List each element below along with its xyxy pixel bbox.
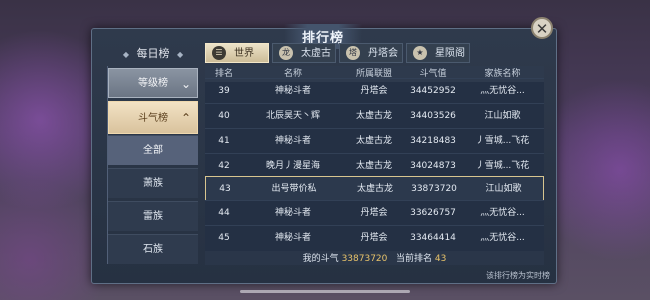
family-cell: 灬无忧谷... [480, 86, 525, 96]
category-label: 等级榜 [138, 78, 168, 89]
subcategory-xiao-clan[interactable]: 萧族 [108, 168, 198, 198]
realtime-note: 该排行榜为实时榜 [486, 271, 550, 280]
daily-ranking-header: ◆ 每日榜 ◆ [108, 45, 198, 65]
alliance-cell: 丹塔会 [360, 233, 388, 243]
alliance-cell: 丹塔会 [360, 208, 388, 218]
rank-cell: 43 [219, 184, 231, 194]
family-cell: 丿雪城...飞花 [475, 136, 530, 146]
dragon-icon: 龙 [279, 46, 293, 60]
table-row[interactable]: 45 神秘斗者 丹塔会 33464414 灬无忧谷... [205, 225, 544, 250]
subcategory-label: 雷族 [143, 211, 163, 222]
ranking-table[interactable]: 排名 名称 所属联盟 斗气值 家族名称 39 神秘斗者 丹塔会 34452952… [205, 66, 544, 265]
subcategory-label: 全部 [143, 145, 163, 156]
table-row-highlighted[interactable]: 43 出号带价私 太虚古龙 33873720 江山如歌 [205, 176, 544, 201]
table-row[interactable]: 41 神秘斗者 太虚古龙 34218483 丿雪城...飞花 [205, 128, 544, 153]
rank-cell: 40 [218, 111, 230, 121]
subcategory-label: 石族 [143, 244, 163, 255]
name-cell: 神秘斗者 [274, 86, 311, 96]
family-cell: 丿雪城...飞花 [475, 161, 530, 171]
tab-label: 丹塔会 [368, 48, 398, 59]
douqi-cell: 34452952 [410, 86, 456, 96]
close-icon: ✕ [535, 20, 549, 38]
table-row[interactable]: 39 神秘斗者 丹塔会 34452952 灬无忧谷... [205, 78, 544, 103]
tab-dantahui[interactable]: 塔 丹塔会 [339, 43, 403, 63]
title-bar: 排行榜 [91, 24, 555, 49]
current-rank-value: 43 [434, 254, 447, 264]
douqi-cell: 33873720 [411, 184, 457, 194]
name-cell: 晚月丿漫星海 [265, 161, 320, 171]
table-row[interactable]: 44 神秘斗者 丹塔会 33626757 灬无忧谷... [205, 200, 544, 225]
subcategory-all[interactable]: 全部 [108, 135, 198, 165]
subcategory-lei-clan[interactable]: 雷族 [108, 201, 198, 231]
my-ranking-footer: 我的斗气 33873720 当前排名 43 [205, 251, 544, 265]
daily-ranking-label: 每日榜 [136, 47, 170, 60]
category-douqi-ranking[interactable]: 斗气榜 ⌃ [108, 101, 198, 134]
home-indicator [240, 290, 410, 293]
rank-cell: 41 [218, 136, 230, 146]
family-cell: 灬无忧谷... [480, 208, 525, 218]
douqi-cell: 34218483 [410, 136, 456, 146]
rank-cell: 42 [218, 161, 230, 171]
tab-xingyunge[interactable]: ★ 星陨阁 [406, 43, 470, 63]
chevron-down-icon: ⌄ [180, 77, 191, 91]
family-cell: 江山如歌 [485, 184, 522, 194]
douqi-cell: 33626757 [410, 208, 456, 218]
family-cell: 灬无忧谷... [480, 233, 525, 243]
name-cell: 神秘斗者 [274, 136, 311, 146]
subcategory-label: 萧族 [143, 178, 163, 189]
tab-label: 世界 [234, 48, 254, 59]
tab-world[interactable]: ☰ 世界 [205, 43, 269, 63]
douqi-cell: 34024873 [410, 161, 456, 171]
douqi-cell: 33464414 [410, 233, 456, 243]
subcategory-shi-clan[interactable]: 石族 [108, 234, 198, 264]
douqi-cell: 34403526 [410, 111, 456, 121]
diamond-icon: ◆ [177, 50, 184, 59]
tab-label: 星陨阁 [435, 48, 465, 59]
rank-cell: 45 [218, 233, 230, 243]
alliance-cell: 太虚古龙 [355, 161, 392, 171]
category-level-ranking[interactable]: 等级榜 ⌄ [108, 68, 198, 98]
table-row[interactable]: 40 北辰昊天丶辉 太虚古龙 34403526 江山如歌 [205, 103, 544, 128]
diamond-icon: ◆ [122, 50, 129, 59]
alliance-cell: 丹塔会 [360, 86, 388, 96]
name-cell: 神秘斗者 [274, 233, 311, 243]
star-pavilion-icon: ★ [413, 46, 427, 60]
name-cell: 出号带价私 [271, 184, 317, 194]
name-cell: 神秘斗者 [274, 208, 311, 218]
close-button[interactable]: ✕ [531, 17, 553, 39]
category-label: 斗气榜 [138, 113, 168, 124]
my-douqi-value: 33873720 [341, 254, 388, 264]
table-row[interactable]: 42 晚月丿漫星海 太虚古龙 34024873 丿雪城...飞花 [205, 153, 544, 178]
book-icon: ☰ [212, 46, 226, 60]
family-cell: 江山如歌 [484, 111, 521, 121]
name-cell: 北辰昊天丶辉 [265, 111, 320, 121]
pagoda-icon: 塔 [346, 46, 360, 60]
alliance-cell: 太虚古龙 [356, 184, 393, 194]
tab-taixu-gulong[interactable]: 龙 太虚古龙 [272, 43, 336, 79]
alliance-cell: 太虚古龙 [355, 111, 392, 121]
my-douqi-label: 我的斗气 [302, 254, 339, 264]
rank-cell: 44 [218, 208, 230, 218]
rank-cell: 39 [218, 86, 230, 96]
alliance-cell: 太虚古龙 [355, 136, 392, 146]
chevron-up-icon: ⌃ [180, 111, 191, 125]
current-rank-label: 当前排名 [395, 254, 432, 264]
